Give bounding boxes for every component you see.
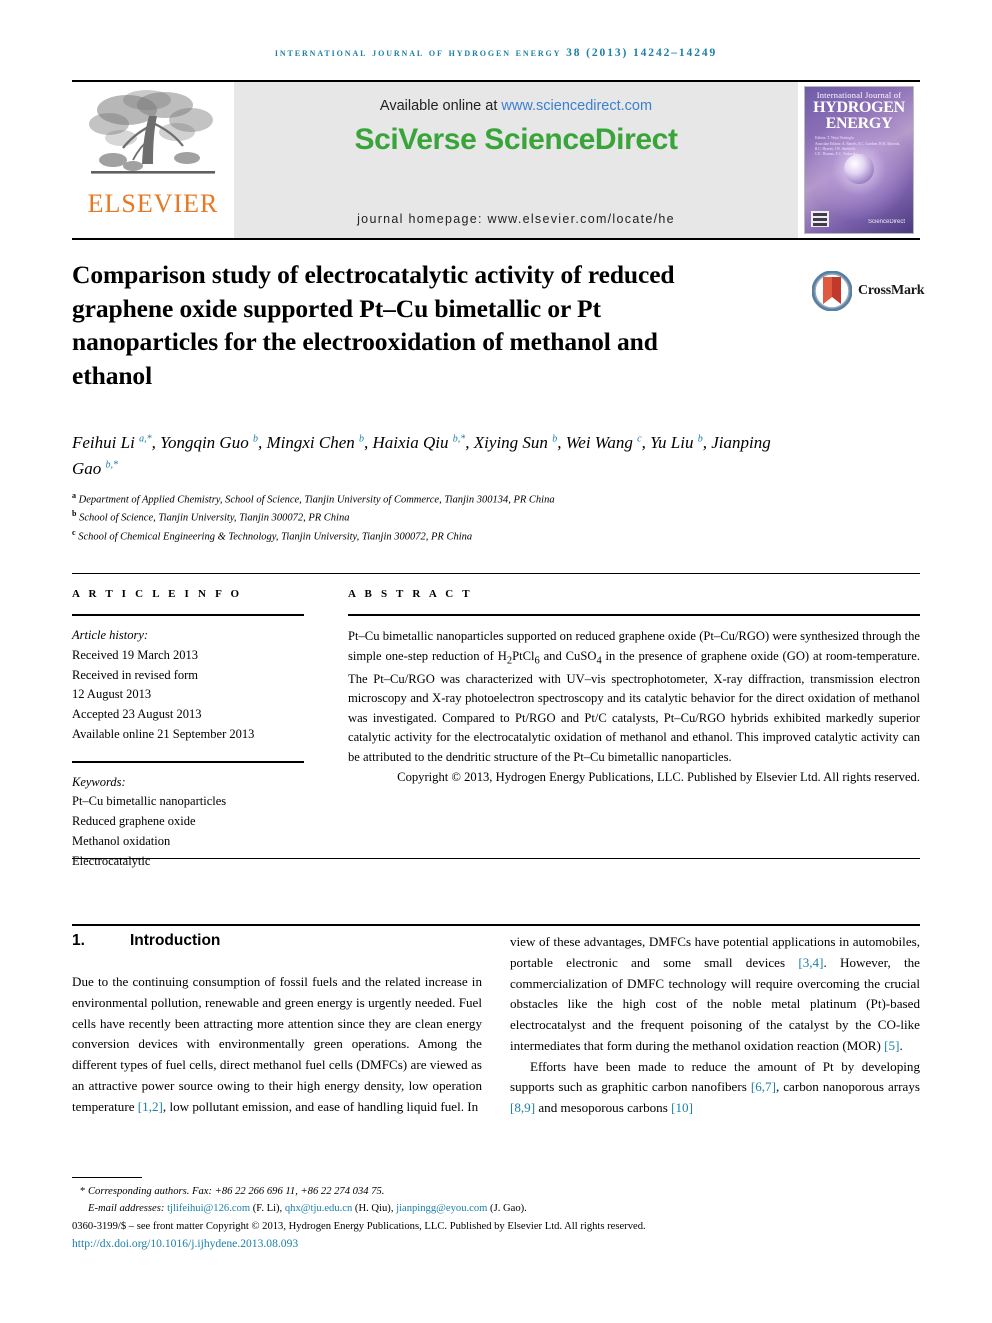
article-history-items: Received 19 March 2013 Received in revise… <box>72 646 304 745</box>
intro-paragraph-left: Due to the continuing consumption of fos… <box>72 972 482 1117</box>
doi-link[interactable]: http://dx.doi.org/10.1016/j.ijhydene.201… <box>72 1235 920 1254</box>
cover-line-hydrogen: HYDROGEN <box>813 98 905 116</box>
elsevier-wordmark: ELSEVIER <box>87 189 219 218</box>
article-info-heading: A R T I C L E I N F O <box>72 588 243 600</box>
keyword-item: Electrocatalytic <box>72 853 151 868</box>
abstract-copyright: Copyright © 2013, Hydrogen Energy Public… <box>397 769 920 784</box>
article-first-page: International Journal of Hydrogen Energy… <box>0 0 992 1323</box>
abstract-heading: A B S T R A C T <box>348 588 473 600</box>
issn-copyright-line: 0360-3199/$ – see front matter Copyright… <box>72 1221 646 1233</box>
article-history-item: Received in revised form <box>72 667 198 682</box>
section-heading-introduction: 1. Introduction <box>72 932 482 950</box>
section-title: Introduction <box>130 932 221 949</box>
crossmark-label: CrossMark <box>858 283 925 298</box>
article-history-label: Article history: <box>72 628 149 642</box>
intro-text-left: Due to the continuing consumption of fos… <box>72 974 482 1114</box>
affiliation-item: c School of Chemical Engineering & Techn… <box>72 527 473 543</box>
article-history-item: Accepted 23 August 2013 <box>72 707 202 721</box>
cover-editors: Editors: T. Nejat Veziroglu Associate Edi… <box>815 136 900 157</box>
crossmark-icon <box>812 271 852 311</box>
body-column-left: 1. Introduction Due to the continuing co… <box>72 932 482 1117</box>
article-info-rule <box>72 614 304 616</box>
abstract-text: Pt–Cu bimetallic nanoparticles supported… <box>348 629 920 765</box>
body-top-rule <box>72 924 920 926</box>
intro-paragraphs-right: view of these advantages, DMFCs have pot… <box>510 932 920 1119</box>
cover-line-energy: ENERGY <box>825 114 893 132</box>
abstract-bottom-rule <box>72 858 920 859</box>
email-addresses-note: E-mail addresses: tjlifeihui@126.com (F.… <box>88 1203 527 1215</box>
sciverse-sciencedirect-logo: SciVerse ScienceDirect <box>354 123 678 156</box>
corresponding-author-note: * Corresponding authors. Fax: +86 22 266… <box>80 1186 385 1197</box>
journal-masthead: ELSEVIER Available online at www.science… <box>72 80 920 240</box>
affiliation-item: b School of Science, Tianjin University,… <box>72 509 350 524</box>
available-online-prefix: Available online at <box>379 98 502 114</box>
keywords-block: Keywords: Pt–Cu bimetallic nanoparticles… <box>72 773 304 872</box>
crossmark-badge[interactable]: CrossMark <box>812 262 925 320</box>
keywords-label: Keywords: <box>72 774 126 789</box>
page-footer: * Corresponding authors. Fax: +86 22 266… <box>72 1183 920 1254</box>
article-history-item: Received 19 March 2013 <box>72 647 199 662</box>
abstract-column: A B S T R A C T Pt–Cu bimetallic nanopar… <box>348 588 920 787</box>
keywords-items: Pt–Cu bimetallic nanoparticles Reduced gr… <box>72 792 304 871</box>
sciencedirect-url-link[interactable]: www.sciencedirect.com <box>501 98 652 114</box>
affiliation-item: a Department of Applied Chemistry, Schoo… <box>72 491 555 506</box>
affiliation-list: a Department of Applied Chemistry, Schoo… <box>72 490 802 545</box>
journal-cover-thumbnail[interactable]: International Journal of HYDROGEN ENERGY… <box>798 82 920 238</box>
section-number: 1. <box>72 932 85 949</box>
keyword-item: Methanol oxidation <box>72 833 171 848</box>
elsevier-logo: ELSEVIER <box>72 82 234 238</box>
cover-sciencedirect-mark: ScienceDirect <box>867 219 905 225</box>
intro-text-right-2: Efforts have been made to reduce the amo… <box>510 1058 920 1116</box>
body-column-right: view of these advantages, DMFCs have pot… <box>510 932 920 1119</box>
article-history-item: Available online 21 September 2013 <box>72 726 255 741</box>
journal-cover-image: International Journal of HYDROGEN ENERGY… <box>804 86 914 234</box>
article-history-item: 12 August 2013 <box>72 687 152 702</box>
article-title: Comparison study of electrocatalytic act… <box>72 260 675 390</box>
intro-text-right-1: view of these advantages, DMFCs have pot… <box>510 934 920 1053</box>
sciencedirect-banner: Available online at www.sciencedirect.co… <box>234 82 798 238</box>
cover-publisher-badge-icon <box>811 211 829 227</box>
abstract-body: Pt–Cu bimetallic nanoparticles supported… <box>348 627 920 787</box>
author-list: Feihui Li a,*, Yongqin Guo b, Mingxi Che… <box>72 433 771 479</box>
keyword-item: Reduced graphene oxide <box>72 814 196 828</box>
footnote-rule <box>72 1177 142 1178</box>
available-online-line: Available online at www.sciencedirect.co… <box>380 98 652 114</box>
abstract-rule <box>348 614 920 616</box>
keyword-item: Pt–Cu bimetallic nanoparticles <box>72 794 227 809</box>
keywords-rule <box>72 760 304 763</box>
journal-homepage-line: journal homepage: www.elsevier.com/locat… <box>357 212 675 226</box>
article-info-column: A R T I C L E I N F O Article history: R… <box>72 588 304 871</box>
info-top-rule <box>72 573 920 574</box>
cover-sphere <box>844 153 874 184</box>
elsevier-tree-icon <box>89 90 215 174</box>
article-history-block: Article history: Received 19 March 2013 R… <box>72 626 304 745</box>
cover-titles: International Journal of HYDROGEN ENERGY… <box>811 91 907 158</box>
running-head: International Journal of Hydrogen Energy… <box>274 47 718 59</box>
